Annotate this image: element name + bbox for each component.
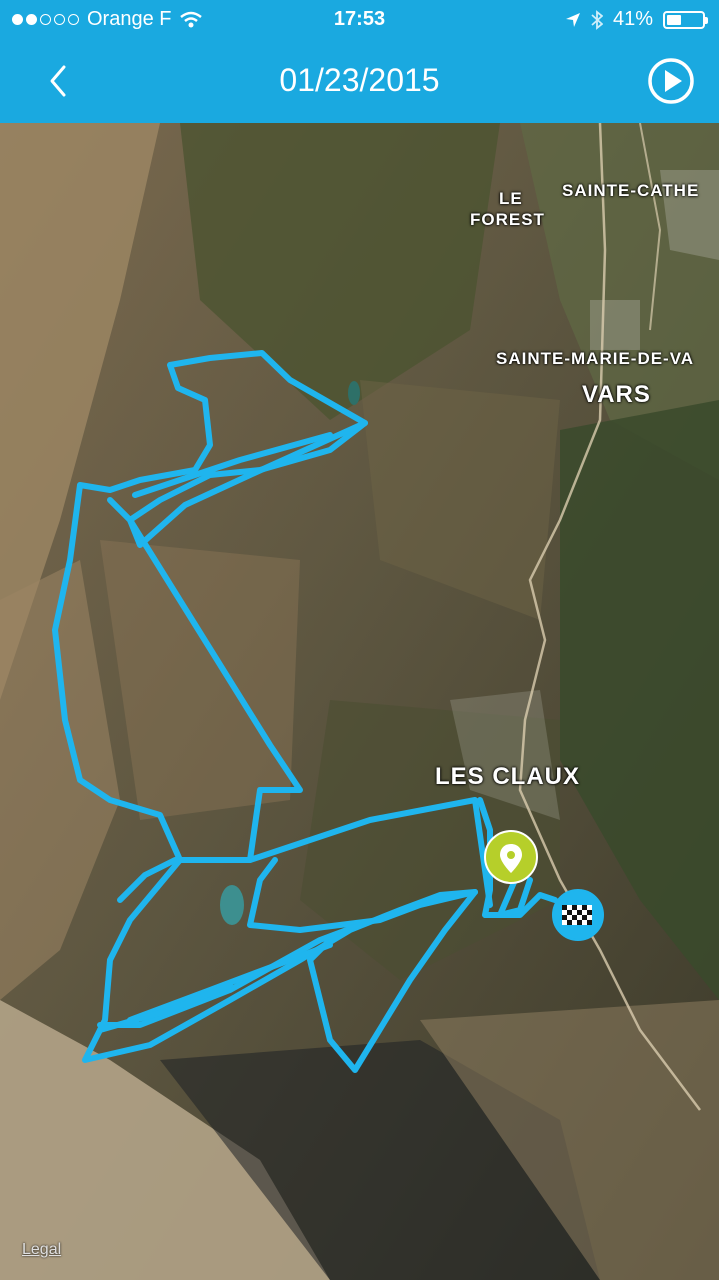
- page-title: 01/23/2015: [279, 62, 440, 98]
- activity-map-screen: Orange F 17:53 41% 01/23/2015 LE FOREST …: [0, 0, 719, 1280]
- place-label-le: LE: [499, 189, 523, 208]
- navigation-bar: 01/23/2015: [0, 45, 719, 120]
- place-label-les-claux: LES CLAUX: [435, 763, 581, 790]
- play-button[interactable]: [647, 57, 695, 105]
- bluetooth-icon: [591, 9, 603, 30]
- place-label-sainte-marie: SAINTE-MARIE-DE-VA: [496, 349, 695, 368]
- status-right: 41%: [565, 8, 708, 31]
- lake: [220, 885, 244, 925]
- legal-link[interactable]: Legal: [22, 1241, 61, 1259]
- finish-marker[interactable]: [552, 889, 604, 941]
- checkered-flag-icon: [562, 905, 592, 925]
- play-circle-icon: [648, 58, 694, 104]
- location-arrow-icon: [565, 12, 580, 27]
- map-view[interactable]: LE FOREST SAINTE-CATHE SAINTE-MARIE-DE-V…: [0, 123, 719, 1280]
- place-label-sainte-catherine: SAINTE-CATHE: [562, 181, 700, 200]
- battery-percent: 41%: [612, 8, 653, 30]
- satellite-map: [0, 123, 719, 1280]
- place-label-forest: FOREST: [470, 210, 545, 229]
- status-bar: Orange F 17:53 41%: [0, 0, 719, 40]
- top-bar: Orange F 17:53 41% 01/23/2015: [0, 0, 719, 123]
- start-marker[interactable]: [484, 830, 538, 884]
- place-label-vars: VARS: [582, 381, 651, 408]
- battery-icon: [663, 10, 708, 29]
- lake: [348, 381, 360, 405]
